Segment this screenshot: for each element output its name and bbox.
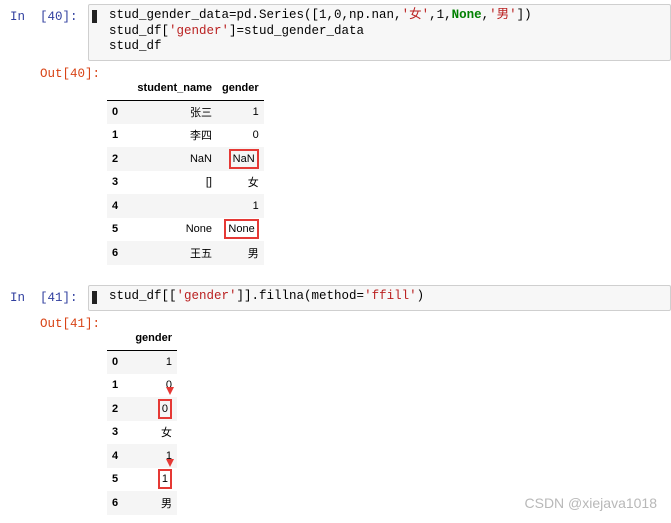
table-row: 6男: [107, 491, 177, 515]
student-name-cell: [125, 194, 217, 218]
gender-cell: 1: [165, 356, 172, 368]
row-index: 3: [112, 426, 119, 439]
input-prompt-41: In [41]:: [10, 291, 78, 305]
highlight-box: NaN: [228, 148, 259, 169]
row-index: 3: [112, 176, 119, 189]
gender-cell: 1: [252, 106, 259, 118]
student-name-cell: 王五: [190, 247, 212, 260]
table-row: 41: [107, 194, 264, 218]
code-editor-41[interactable]: stud_df[['gender']].fillna(method='ffill…: [109, 289, 424, 305]
gender-cell: 男: [247, 247, 259, 260]
index-header: [107, 326, 125, 351]
gender-cell: 1: [252, 199, 259, 212]
table-row: 3女: [107, 421, 177, 445]
gender-cell: 女: [161, 427, 172, 440]
column-header-gender: gender: [217, 76, 264, 101]
row-index: 5: [112, 223, 119, 236]
gender-cell: None: [217, 218, 264, 242]
watermark: CSDN @xiejava1018: [524, 495, 658, 511]
gender-cell: 男: [161, 497, 172, 510]
student-name-cell: []: [205, 176, 212, 189]
row-index: 1: [112, 379, 119, 392]
code-editor-40[interactable]: stud_gender_data=pd.Series([1,0,np.nan,'…: [109, 8, 532, 55]
gender-cell: NaN: [217, 147, 264, 171]
fill-arrow-icon: [166, 387, 174, 395]
dataframe-output-41: gender 01 10 20 3女 41 51 6男: [107, 326, 177, 515]
row-index: 1: [112, 129, 119, 142]
table-row: 2 NaN NaN: [107, 147, 264, 171]
output-prompt-41: Out[41]:: [40, 317, 101, 331]
output-prompt-40: Out[40]:: [40, 67, 101, 81]
table-row: 3 [] 女: [107, 171, 264, 195]
column-header-gender: gender: [125, 326, 177, 351]
row-index: 2: [112, 152, 119, 165]
table-row: 6 王五 男: [107, 241, 264, 265]
row-index: 0: [112, 356, 119, 368]
row-index: 4: [112, 199, 119, 212]
index-header: [107, 76, 125, 101]
student-name-cell: 张三: [190, 107, 212, 119]
table-row: 5 None None: [107, 218, 264, 242]
row-index: 0: [112, 106, 119, 118]
input-prompt-40: In [40]:: [10, 10, 78, 24]
gender-cell: 0: [252, 129, 259, 142]
row-index: 6: [112, 246, 119, 259]
table-row: 01: [107, 350, 177, 374]
cell-selection-marker: [92, 10, 97, 23]
dataframe-output-40: student_name gender 0 张三 1 1 李四 0 2 NaN NaN 3 […: [107, 76, 264, 265]
row-index: 2: [112, 402, 119, 415]
code-cell-41[interactable]: stud_df[['gender']].fillna(method='ffill…: [88, 285, 671, 311]
code-cell-40[interactable]: stud_gender_data=pd.Series([1,0,np.nan,'…: [88, 4, 671, 61]
student-name-cell: NaN: [189, 152, 212, 165]
row-index: 4: [112, 449, 119, 462]
highlight-box: 0: [157, 398, 172, 419]
table-row: 51: [107, 468, 177, 492]
cell-selection-marker: [92, 291, 97, 304]
column-header-student-name: student_name: [125, 76, 217, 101]
row-index: 6: [112, 496, 119, 509]
gender-cell: 0: [125, 397, 177, 421]
table-row: 1 李四 0: [107, 124, 264, 148]
row-index: 5: [112, 473, 119, 486]
highlight-box: None: [224, 219, 259, 240]
highlight-box: 1: [157, 469, 172, 490]
table-row: 0 张三 1: [107, 100, 264, 124]
gender-cell: 女: [247, 177, 259, 190]
fill-arrow-icon: [166, 459, 174, 467]
table-row: 20: [107, 397, 177, 421]
gender-cell: 1: [125, 468, 177, 492]
student-name-cell: None: [185, 223, 212, 236]
student-name-cell: 李四: [190, 130, 212, 143]
